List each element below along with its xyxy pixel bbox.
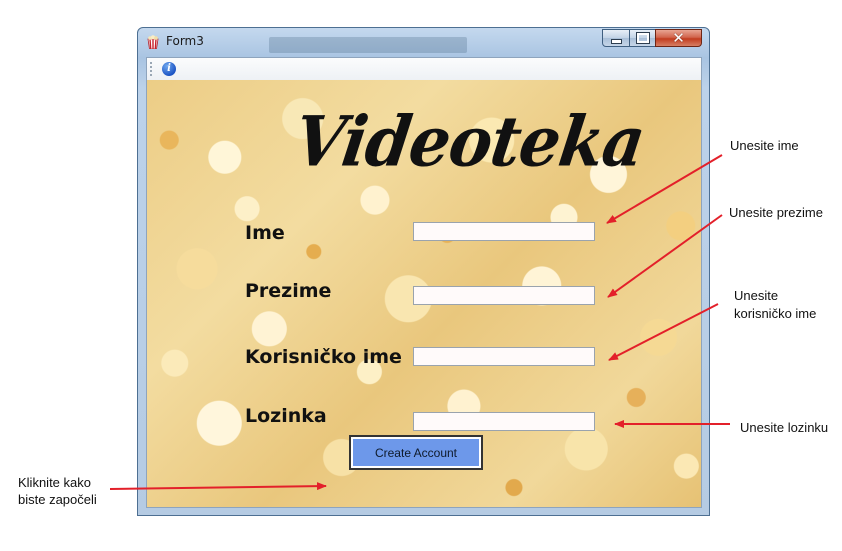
- app-window: Form3 ✕ i Videoteka Ime Prezime Korisnič…: [137, 27, 710, 516]
- create-account-button-label: Create Account: [353, 439, 479, 466]
- annotation-button-line2: biste započeli: [18, 492, 97, 507]
- title-bar[interactable]: Form3 ✕: [138, 28, 709, 56]
- maximize-button[interactable]: [629, 29, 656, 47]
- background-window-tab: [269, 37, 467, 53]
- form-client-area: i Videoteka Ime Prezime Korisničko ime L…: [146, 57, 702, 508]
- create-account-button[interactable]: Create Account: [349, 435, 483, 470]
- info-icon[interactable]: i: [162, 62, 176, 76]
- page-title: Videoteka: [289, 102, 650, 183]
- window-title: Form3: [166, 34, 204, 48]
- annotation-username-line2: korisničko ime: [734, 306, 817, 321]
- annotation-surname: Unesite prezime: [729, 205, 823, 220]
- username-input[interactable]: [413, 347, 595, 366]
- last-name-input[interactable]: [413, 286, 595, 305]
- popcorn-app-icon: [147, 35, 159, 49]
- toolbar: i: [147, 58, 701, 80]
- minimize-button[interactable]: [602, 29, 630, 47]
- maximize-icon: [635, 32, 650, 44]
- annotation-username-line1: Unesite: [734, 288, 779, 303]
- last-name-label: Prezime: [245, 280, 332, 302]
- password-input[interactable]: [413, 412, 595, 431]
- minimize-icon: [610, 38, 622, 44]
- password-label: Lozinka: [245, 405, 327, 427]
- close-icon: ✕: [672, 28, 685, 47]
- username-label: Korisničko ime: [245, 346, 402, 368]
- annotation-password: Unesite lozinku: [740, 420, 829, 435]
- first-name-label: Ime: [245, 222, 285, 244]
- popcorn-background-image: Videoteka Ime Prezime Korisničko ime Loz…: [147, 80, 701, 507]
- first-name-input[interactable]: [413, 222, 595, 241]
- annotation-name: Unesite ime: [730, 138, 799, 153]
- toolbar-grip-icon[interactable]: [150, 62, 152, 76]
- annotation-button-line1: Kliknite kako: [18, 475, 91, 490]
- close-button[interactable]: ✕: [655, 29, 702, 47]
